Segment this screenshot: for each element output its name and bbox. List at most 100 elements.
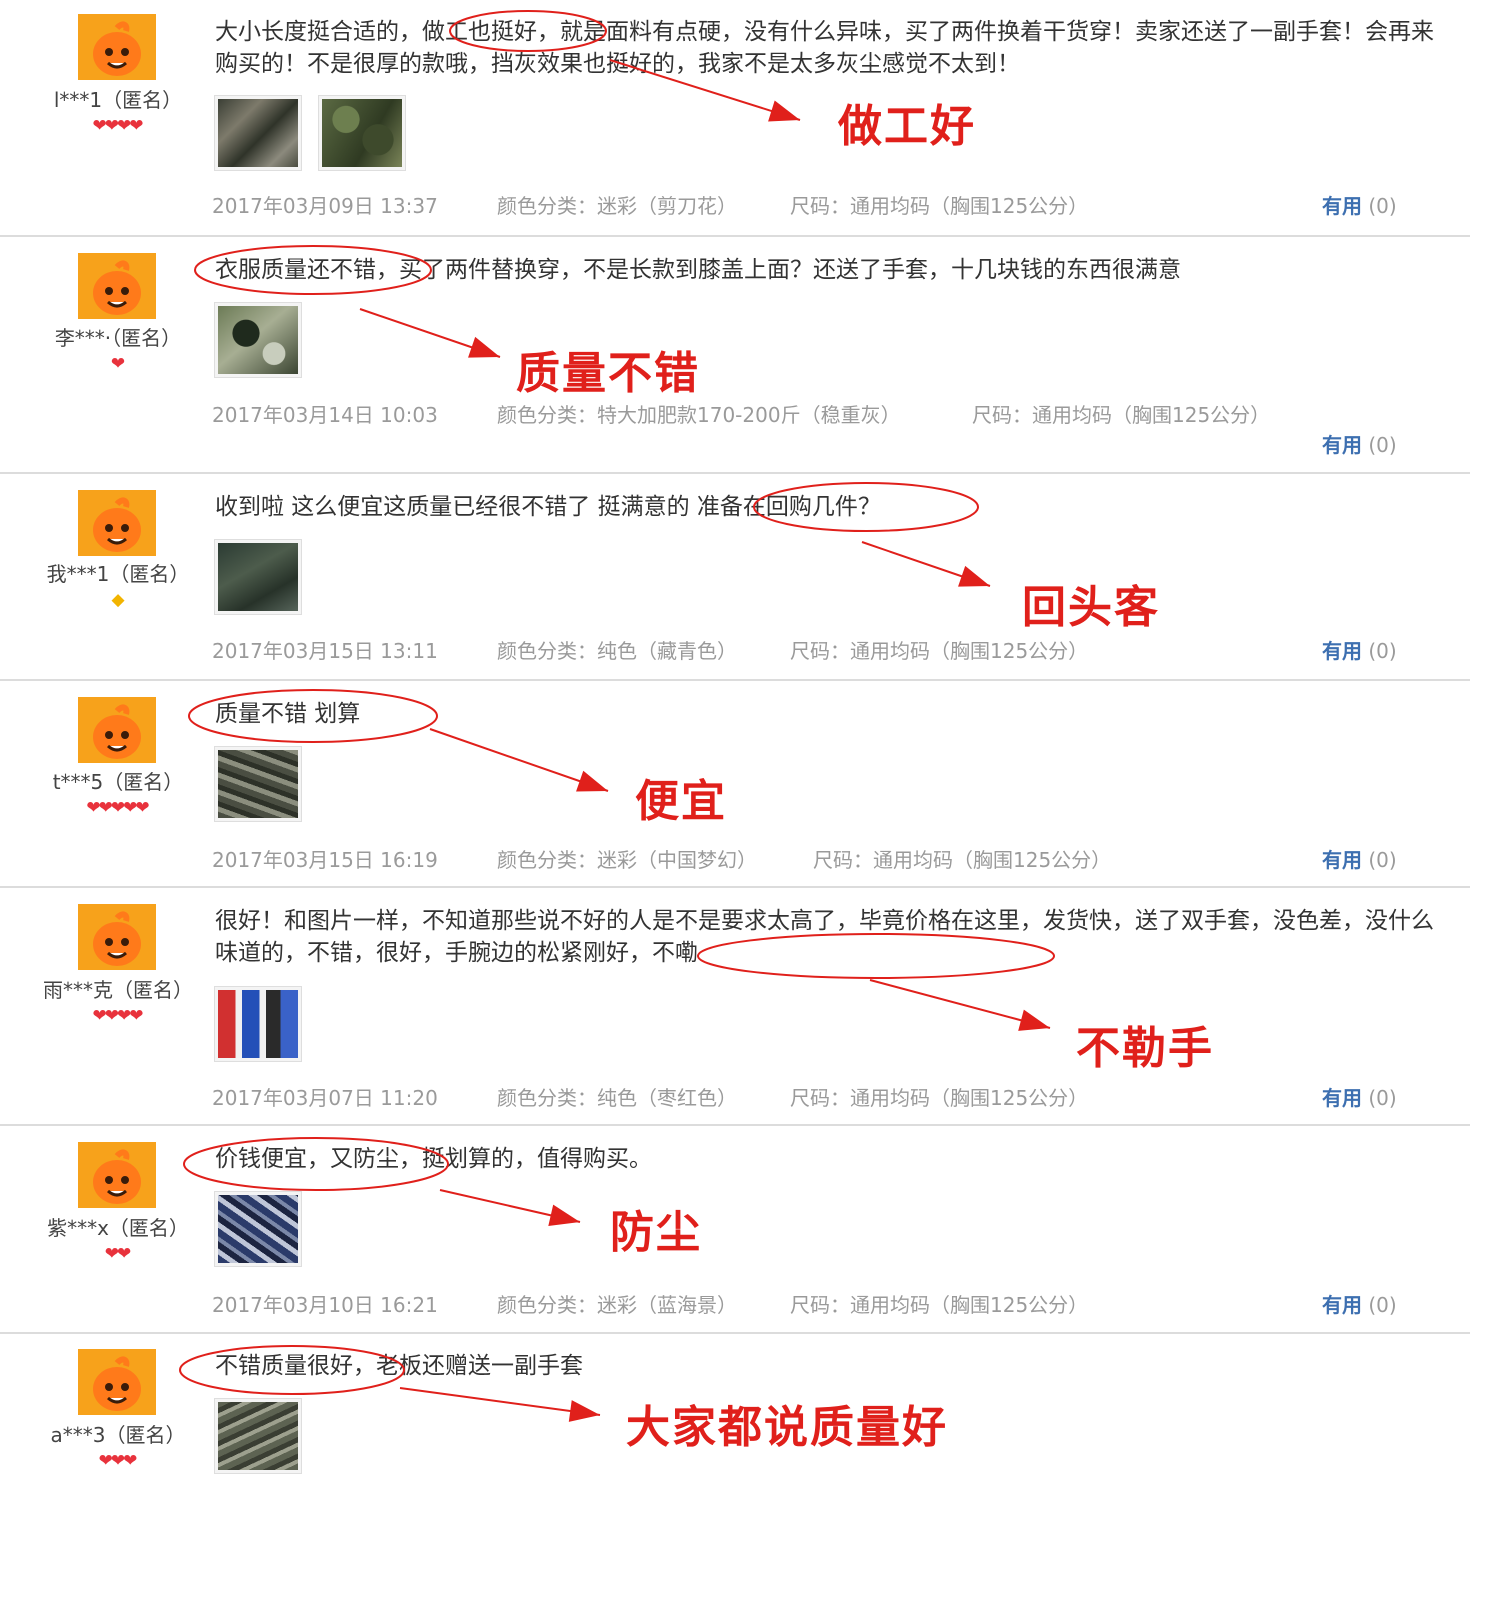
- annotation-tag: 便宜: [635, 776, 727, 827]
- annotation-tag: 防尘: [610, 1207, 702, 1258]
- reviewer-name: 雨***克（匿名）: [43, 978, 193, 1002]
- review-photo[interactable]: [214, 1398, 302, 1474]
- reviewer-name: 紫***x（匿名）: [47, 1216, 189, 1240]
- photo-thumbnail: [218, 1402, 298, 1470]
- review-date: 2017年03月10日 16:21: [212, 1293, 438, 1317]
- avatar-icon[interactable]: [78, 904, 156, 970]
- reviewer-level: ❤❤❤❤: [0, 116, 236, 136]
- annotation-tag: 做工好: [838, 101, 976, 152]
- color-category: 颜色分类：纯色（藏青色）: [497, 639, 737, 663]
- useful-count: (0): [1362, 639, 1397, 663]
- review-photo[interactable]: [214, 302, 302, 378]
- avatar-icon[interactable]: [78, 1349, 156, 1415]
- useful-label: 有用: [1322, 1293, 1362, 1317]
- useful-button[interactable]: 有用 (0): [1322, 635, 1397, 664]
- heart-icon: ❤: [123, 1451, 138, 1471]
- size-info: 尺码：通用均码（胸围125公分）: [790, 1293, 1089, 1317]
- reviewer-level: ❤❤❤❤: [0, 1006, 236, 1026]
- reviewer-level: ◆: [0, 590, 236, 610]
- diamond-icon: ◆: [111, 590, 125, 610]
- review-photo[interactable]: [214, 95, 302, 171]
- useful-button[interactable]: 有用 (0): [1322, 844, 1397, 873]
- review-photo[interactable]: [214, 986, 302, 1062]
- reviewer-level: ❤❤: [0, 1244, 236, 1264]
- review-date: 2017年03月07日 11:20: [212, 1086, 438, 1110]
- useful-count: (0): [1362, 848, 1397, 872]
- useful-label: 有用: [1322, 1086, 1362, 1110]
- review-item: 我***1（匿名） ◆ 收到啦 这么便宜这质量已经很不错了 挺满意的 准备在回购几件…: [0, 474, 1470, 681]
- avatar-icon[interactable]: [78, 1142, 156, 1208]
- useful-label: 有用: [1322, 194, 1362, 218]
- photo-thumbnail: [218, 543, 298, 611]
- useful-button[interactable]: 有用 (0): [1322, 429, 1397, 458]
- annotation-tag: 回头客: [1022, 582, 1160, 633]
- reviewer-level: ❤: [0, 354, 236, 374]
- useful-button[interactable]: 有用 (0): [1322, 1082, 1397, 1111]
- photo-thumbnail: [218, 750, 298, 818]
- heart-icon: ❤: [135, 798, 150, 818]
- annotation-tag: 质量不错: [516, 348, 700, 399]
- heart-icon: ❤: [129, 1006, 144, 1026]
- photo-thumbnail: [218, 1195, 298, 1263]
- reviewer-name: l***1（匿名）: [53, 88, 183, 112]
- review-text: 收到啦 这么便宜这质量已经很不错了 挺满意的 准备在回购几件？: [215, 494, 881, 520]
- review-text: 价钱便宜，又防尘，挺划算的，值得购买。: [215, 1146, 652, 1172]
- reviewer-name: t***5（匿名）: [52, 770, 184, 794]
- size-info: 尺码：通用均码（胸围125公分）: [813, 848, 1112, 872]
- useful-count: (0): [1362, 194, 1397, 218]
- review-date: 2017年03月14日 10:03: [212, 403, 438, 427]
- photo-thumbnail: [322, 99, 402, 167]
- annotation-tag: 大家都说质量好: [626, 1402, 948, 1453]
- photo-thumbnail: [218, 990, 298, 1058]
- reviewer-level: ❤❤❤❤❤: [0, 798, 236, 818]
- useful-count: (0): [1362, 1086, 1397, 1110]
- reviewer-name: a***3（匿名）: [50, 1423, 186, 1447]
- useful-button[interactable]: 有用 (0): [1322, 1289, 1397, 1318]
- review-list: l***1（匿名） ❤❤❤❤ 大小长度挺合适的，做工也挺好，就是面料有点硬，没有什么…: [0, 0, 1470, 1500]
- color-category: 颜色分类：迷彩（蓝海景）: [497, 1293, 737, 1317]
- review-item: 李***·（匿名） ❤ 衣服质量还不错，买了两件替换穿，不是长款到膝盖上面？还送了手…: [0, 237, 1470, 474]
- reviewer-name: 李***·（匿名）: [54, 326, 182, 350]
- review-item: l***1（匿名） ❤❤❤❤ 大小长度挺合适的，做工也挺好，就是面料有点硬，没有什么…: [0, 0, 1470, 237]
- useful-label: 有用: [1322, 848, 1362, 872]
- color-category: 颜色分类：迷彩（中国梦幻）: [497, 848, 757, 872]
- review-text: 不错质量很好，老板还赠送一副手套: [215, 1353, 583, 1379]
- size-info: 尺码：通用均码（胸围125公分）: [972, 403, 1271, 427]
- photo-thumbnail: [218, 99, 298, 167]
- size-info: 尺码：通用均码（胸围125公分）: [790, 194, 1089, 218]
- useful-count: (0): [1362, 1293, 1397, 1317]
- useful-label: 有用: [1322, 433, 1362, 457]
- review-photo[interactable]: [214, 746, 302, 822]
- useful-button[interactable]: 有用 (0): [1322, 190, 1397, 219]
- review-item: 雨***克（匿名） ❤❤❤❤ 很好！和图片一样，不知道那些说不好的人是不是要求太高了…: [0, 888, 1470, 1126]
- review-text: 质量不错 划算: [215, 701, 361, 727]
- color-category: 颜色分类：迷彩（剪刀花）: [497, 194, 737, 218]
- annotation-tag: 不勒手: [1076, 1023, 1214, 1074]
- useful-count: (0): [1362, 433, 1397, 457]
- review-item: 紫***x（匿名） ❤❤ 价钱便宜，又防尘，挺划算的，值得购买。 2017年03月10…: [0, 1126, 1470, 1334]
- review-text: 大小长度挺合适的，做工也挺好，就是面料有点硬，没有什么异味，买了两件换着干货穿！…: [215, 19, 1434, 77]
- review-photo[interactable]: [214, 1191, 302, 1267]
- heart-icon: ❤: [117, 1244, 132, 1264]
- photo-thumbnail: [218, 306, 298, 374]
- heart-icon: ❤: [110, 354, 126, 374]
- review-date: 2017年03月09日 13:37: [212, 194, 438, 218]
- avatar-icon[interactable]: [78, 490, 156, 556]
- reviewer-level: ❤❤❤: [0, 1451, 236, 1471]
- review-item: t***5（匿名） ❤❤❤❤❤ 质量不错 划算 2017年03月15日 16:19 颜色…: [0, 681, 1470, 888]
- color-category: 颜色分类：特大加肥款170-200斤（稳重灰）: [497, 403, 901, 427]
- review-text: 衣服质量还不错，买了两件替换穿，不是长款到膝盖上面？还送了手套，十几块钱的东西很…: [215, 257, 1181, 283]
- size-info: 尺码：通用均码（胸围125公分）: [790, 639, 1089, 663]
- reviewer-name: 我***1（匿名）: [46, 562, 190, 586]
- review-date: 2017年03月15日 13:11: [212, 639, 438, 663]
- review-photo[interactable]: [214, 539, 302, 615]
- size-info: 尺码：通用均码（胸围125公分）: [790, 1086, 1089, 1110]
- review-photo[interactable]: [318, 95, 406, 171]
- review-date: 2017年03月15日 16:19: [212, 848, 438, 872]
- heart-icon: ❤: [129, 116, 144, 136]
- avatar-icon[interactable]: [78, 253, 156, 319]
- useful-label: 有用: [1322, 639, 1362, 663]
- avatar-icon[interactable]: [78, 697, 156, 763]
- review-text: 很好！和图片一样，不知道那些说不好的人是不是要求太高了，毕竟价格在这里，发货快，…: [215, 908, 1434, 966]
- avatar-icon[interactable]: [78, 14, 156, 80]
